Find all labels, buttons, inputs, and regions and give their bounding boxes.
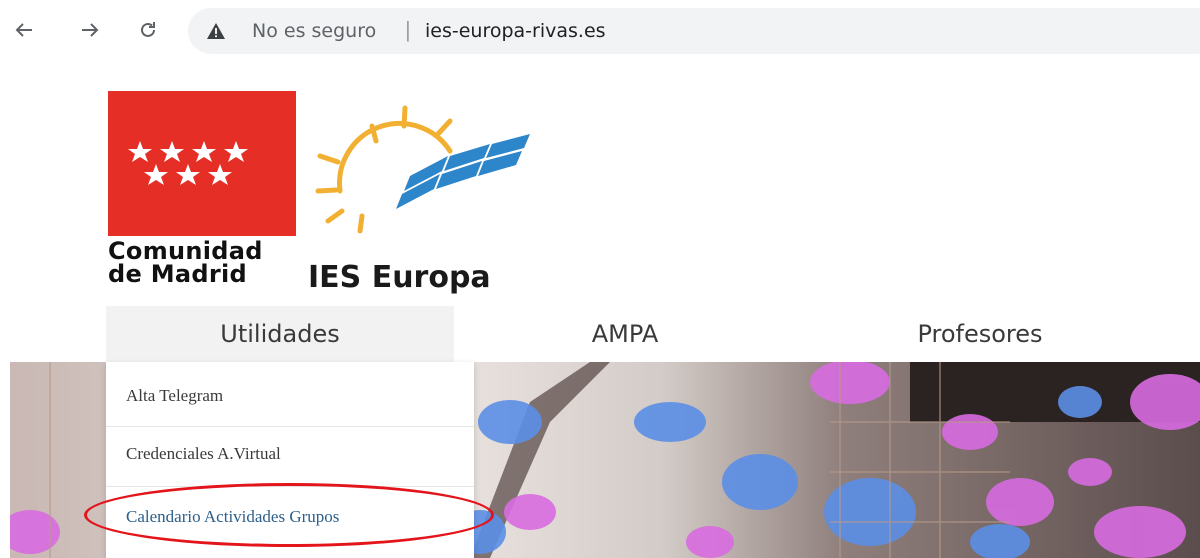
school-name: IES Europa [308,260,491,295]
menu-utilidades[interactable]: Utilidades [106,306,454,362]
arrow-right-icon [82,23,99,37]
browser-toolbar: No es seguro | ies-europa-rivas.es [0,0,1200,62]
arrow-left-icon [15,23,32,37]
dropdown-item-alta-telegram[interactable]: Alta Telegram [106,366,474,426]
menu-profesores[interactable]: Profesores [860,306,1100,362]
ies-europa-sun-logo[interactable] [300,96,540,246]
dropdown-item-credenciales[interactable]: Credenciales A.Virtual [106,424,474,484]
address-bar[interactable]: No es seguro | ies-europa-rivas.es [188,8,1200,54]
logo-line2: de Madrid [108,260,248,288]
reload-button[interactable] [134,16,162,44]
menu-ampa[interactable]: AMPA [540,306,710,362]
url-text[interactable]: ies-europa-rivas.es [425,20,606,42]
comunidad-madrid-logo[interactable] [108,91,296,236]
forward-button[interactable] [76,16,104,44]
back-button[interactable] [10,16,38,44]
security-status-text[interactable]: No es seguro [252,20,376,42]
reload-icon [141,22,155,37]
address-separator: | [405,17,411,42]
highlight-ellipse [84,483,494,547]
stars-icon [128,141,248,185]
warning-triangle-icon[interactable] [206,21,226,41]
comunidad-madrid-text: Comunidad de Madrid [108,239,298,288]
